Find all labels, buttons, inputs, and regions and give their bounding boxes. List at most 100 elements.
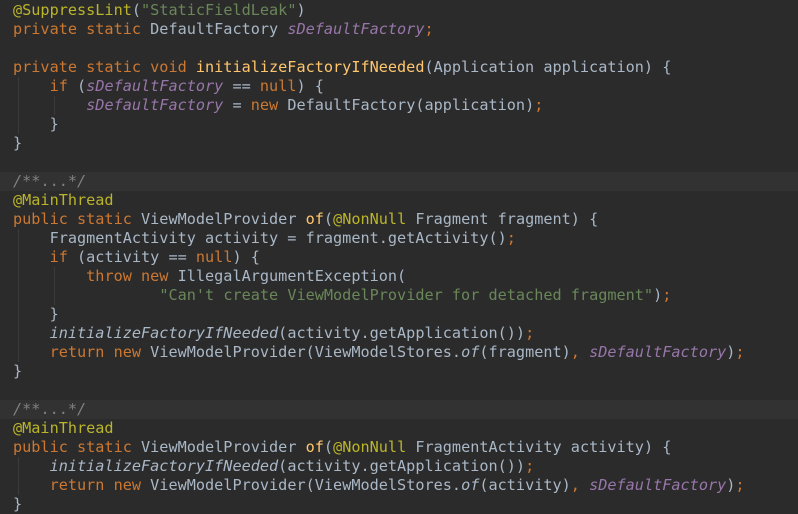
field-token: sDefaultFactory <box>287 20 425 38</box>
code-text: } <box>13 305 59 324</box>
keyword-token: ; <box>506 229 516 247</box>
method-name: initializeFactoryIfNeeded <box>195 58 425 76</box>
fold-placeholder[interactable]: ... <box>40 400 67 418</box>
code-line[interactable]: return new ViewModelProvider(ViewModelSt… <box>0 476 798 495</box>
code-token: (activity.getApplication()) <box>278 457 526 475</box>
field-token: sDefaultFactory <box>589 343 727 361</box>
code-token: DefaultFactory <box>150 20 288 38</box>
code-token: FragmentActivity activity = fragment.get… <box>13 229 507 247</box>
code-text: public static ViewModelProvider of(@NonN… <box>13 210 598 229</box>
keyword-token: ; <box>735 343 745 361</box>
keyword-token: if <box>49 77 78 95</box>
code-token: } <box>13 495 23 513</box>
keyword-token: public static <box>13 438 142 456</box>
keyword-token: ; <box>424 20 434 38</box>
code-line[interactable]: "Can't create ViewModelProvider for deta… <box>0 286 798 305</box>
keyword-token: null <box>195 248 233 266</box>
code-editor[interactable]: @SuppressLint("StaticFieldLeak") private … <box>0 0 798 514</box>
code-line[interactable]: initializeFactoryIfNeeded(activity.getAp… <box>0 324 798 343</box>
field-token: sDefaultFactory <box>86 77 224 95</box>
comment-token: /** <box>13 400 41 418</box>
code-text: initializeFactoryIfNeeded(activity.getAp… <box>13 324 535 343</box>
code-text: return new ViewModelProvider(ViewModelSt… <box>13 343 745 362</box>
code-token: ViewModelProvider <box>141 210 306 228</box>
code-token: ( <box>323 438 334 456</box>
keyword-token: ; <box>525 457 535 475</box>
code-line[interactable]: } <box>0 134 798 153</box>
static-call-token: initializeFactoryIfNeeded <box>49 457 279 475</box>
code-text: if (sDefaultFactory == null) { <box>13 77 324 96</box>
static-call-token: of <box>461 343 480 361</box>
keyword-token: if <box>49 248 78 266</box>
code-token: ViewModelProvider <box>141 438 306 456</box>
code-line[interactable]: if (sDefaultFactory == null) { <box>0 77 798 96</box>
code-token: = <box>223 96 251 114</box>
code-text: FragmentActivity activity = fragment.get… <box>13 229 516 248</box>
keyword-token: , <box>570 476 590 494</box>
code-line[interactable] <box>0 39 798 58</box>
code-token: ) { <box>296 77 324 95</box>
code-text: @MainThread <box>13 419 114 438</box>
code-text: } <box>13 362 22 381</box>
code-line[interactable]: } <box>0 362 798 381</box>
code-line[interactable] <box>0 153 798 172</box>
code-line[interactable]: initializeFactoryIfNeeded(activity.getAp… <box>0 457 798 476</box>
code-line[interactable]: sDefaultFactory = new DefaultFactory(app… <box>0 96 798 115</box>
code-line[interactable]: public static ViewModelProvider of(@NonN… <box>0 438 798 457</box>
code-text: private static void initializeFactoryIfN… <box>13 58 671 77</box>
folded-comment-line[interactable]: /**...*/ <box>0 400 798 419</box>
method-name: of <box>305 438 324 456</box>
comment-token: /** <box>13 172 41 190</box>
code-token: == <box>223 77 260 95</box>
code-line[interactable]: public static ViewModelProvider of(@NonN… <box>0 210 798 229</box>
code-token: ( <box>131 1 142 19</box>
code-line[interactable]: private static void initializeFactoryIfN… <box>0 58 798 77</box>
code-text: @MainThread <box>13 191 114 210</box>
code-line[interactable]: @SuppressLint("StaticFieldLeak") <box>0 1 798 20</box>
keyword-token: ; <box>735 476 745 494</box>
code-text: throw new IllegalArgumentException( <box>13 267 406 286</box>
comment-token: */ <box>67 172 87 190</box>
annotation-token: @MainThread <box>13 191 114 209</box>
static-call-token: of <box>461 476 480 494</box>
code-text: initializeFactoryIfNeeded(activity.getAp… <box>13 457 535 476</box>
code-line[interactable] <box>0 381 798 400</box>
code-token: (Application application) { <box>424 58 672 76</box>
code-line[interactable]: throw new IllegalArgumentException( <box>0 267 798 286</box>
code-line[interactable]: } <box>0 305 798 324</box>
code-line[interactable]: FragmentActivity activity = fragment.get… <box>0 229 798 248</box>
code-text: return new ViewModelProvider(ViewModelSt… <box>13 476 745 495</box>
code-token: ) <box>296 1 306 19</box>
code-token: (activity) <box>479 476 571 494</box>
code-line[interactable]: } <box>0 495 798 514</box>
code-line[interactable]: private static DefaultFactory sDefaultFa… <box>0 20 798 39</box>
code-token: } <box>13 362 23 380</box>
method-name: of <box>305 210 324 228</box>
keyword-token: ; <box>525 324 535 342</box>
code-token: (activity.getApplication()) <box>278 324 526 342</box>
code-line[interactable]: return new ViewModelProvider(ViewModelSt… <box>0 343 798 362</box>
code-line[interactable]: @MainThread <box>0 191 798 210</box>
keyword-token: ; <box>534 96 544 114</box>
code-line[interactable]: } <box>0 115 798 134</box>
keyword-token: new <box>250 96 288 114</box>
code-text: "Can't create ViewModelProvider for deta… <box>13 286 671 305</box>
code-line[interactable]: @MainThread <box>0 419 798 438</box>
string-literal: "Can't create ViewModelProvider for deta… <box>159 286 654 304</box>
code-line[interactable]: if (activity == null) { <box>0 248 798 267</box>
fold-placeholder[interactable]: ... <box>40 172 67 190</box>
code-text: /**...*/ <box>13 400 86 419</box>
code-text: if (activity == null) { <box>13 248 260 267</box>
code-text: public static ViewModelProvider of(@NonN… <box>13 438 671 457</box>
code-token: ( <box>77 77 87 95</box>
code-text: } <box>13 495 22 514</box>
code-token: Fragment fragment) { <box>415 210 599 228</box>
folded-comment-line[interactable]: /**...*/ <box>0 172 798 191</box>
